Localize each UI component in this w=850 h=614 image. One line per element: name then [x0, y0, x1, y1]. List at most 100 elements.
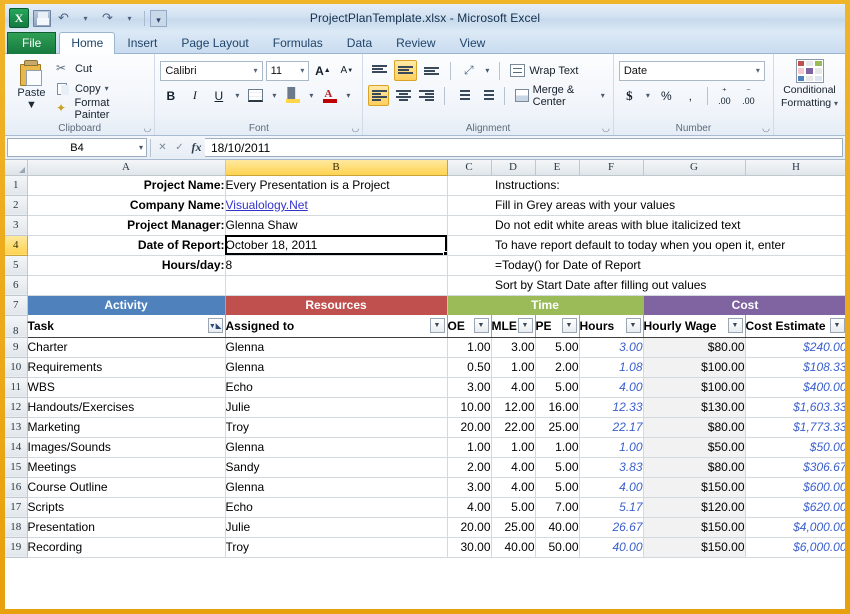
cell-task-18[interactable]: Presentation: [27, 517, 226, 538]
cell-oe-16[interactable]: 3.00: [447, 477, 492, 498]
cell-oe-19[interactable]: 30.00: [447, 537, 492, 558]
align-left-button[interactable]: [368, 85, 390, 106]
cell-pe-18[interactable]: 40.00: [535, 517, 580, 538]
cell-oe-14[interactable]: 1.00: [447, 437, 492, 458]
cell-a1[interactable]: Project Name:: [27, 175, 226, 196]
cell-pe-11[interactable]: 5.00: [535, 377, 580, 398]
filter-applied-icon[interactable]: ▼◣: [207, 318, 223, 333]
increase-decimal-button[interactable]: ⁺ .00: [714, 85, 735, 106]
cell-pe-16[interactable]: 5.00: [535, 477, 580, 498]
cell-cost-estimate-10[interactable]: $108.33: [745, 357, 845, 378]
cell-mle-12[interactable]: 12.00: [491, 397, 536, 418]
cell-mle-16[interactable]: 4.00: [491, 477, 536, 498]
fill-color-dropdown-icon[interactable]: ▾: [306, 85, 316, 106]
cell-assigned-14[interactable]: Glenna: [225, 437, 448, 458]
cell-task-14[interactable]: Images/Sounds: [27, 437, 226, 458]
align-center-button[interactable]: [392, 85, 413, 106]
decrease-indent-button[interactable]: [452, 85, 473, 106]
cell-a6[interactable]: [27, 275, 226, 296]
cell-c3[interactable]: [447, 215, 491, 236]
cell-pe-17[interactable]: 7.00: [535, 497, 580, 518]
table-header-task[interactable]: Task ▼◣: [27, 315, 226, 338]
cell-hours-9[interactable]: 3.00: [579, 337, 644, 358]
tab-insert[interactable]: Insert: [115, 32, 169, 54]
cell-task-16[interactable]: Course Outline: [27, 477, 226, 498]
column-header-d[interactable]: D: [491, 160, 536, 176]
column-header-e[interactable]: E: [535, 160, 580, 176]
cell-c5[interactable]: [447, 255, 491, 276]
cell-pe-10[interactable]: 2.00: [535, 357, 580, 378]
cell-hours-10[interactable]: 1.08: [579, 357, 644, 378]
tab-formulas[interactable]: Formulas: [261, 32, 335, 54]
cell-hourly-wage-17[interactable]: $120.00: [643, 497, 746, 518]
column-header-b[interactable]: B: [225, 160, 448, 176]
column-header-g[interactable]: G: [643, 160, 746, 176]
cell-hours-18[interactable]: 26.67: [579, 517, 644, 538]
row-header-9[interactable]: 9: [5, 337, 28, 358]
cell-d5-instruction-line[interactable]: =Today() for Date of Report: [491, 255, 845, 276]
decrease-decimal-button[interactable]: ⁻ .00: [738, 85, 759, 106]
conditional-formatting-dropdown-icon[interactable]: ▾: [834, 99, 838, 108]
cell-cost-estimate-19[interactable]: $6,000.00: [745, 537, 845, 558]
cell-c4[interactable]: [447, 235, 491, 256]
font-family-select[interactable]: Calibri ▾: [160, 60, 263, 81]
filter-dropdown-icon[interactable]: ▼: [561, 318, 577, 333]
underline-dropdown-icon[interactable]: ▾: [232, 85, 242, 106]
chevron-down-icon[interactable]: ▾: [754, 66, 762, 75]
cell-task-13[interactable]: Marketing: [27, 417, 226, 438]
row-header-14[interactable]: 14: [5, 437, 28, 458]
cell-cost-estimate-14[interactable]: $50.00: [745, 437, 845, 458]
band-resources[interactable]: Resources: [225, 295, 448, 315]
filter-dropdown-icon[interactable]: ▼: [517, 318, 533, 333]
tab-view[interactable]: View: [448, 32, 498, 54]
cell-oe-10[interactable]: 0.50: [447, 357, 492, 378]
cell-oe-9[interactable]: 1.00: [447, 337, 492, 358]
merge-and-center-button[interactable]: Merge & Center ▾: [512, 84, 608, 108]
number-dialog-launcher-icon[interactable]: ◡: [762, 123, 770, 134]
cell-d1-instructions-title[interactable]: Instructions:: [491, 175, 845, 196]
cell-mle-10[interactable]: 1.00: [491, 357, 536, 378]
currency-dropdown-icon[interactable]: ▾: [643, 85, 653, 106]
cell-oe-13[interactable]: 20.00: [447, 417, 492, 438]
cell-hours-16[interactable]: 4.00: [579, 477, 644, 498]
table-header-cost-estimate[interactable]: Cost Estimate ▼: [745, 315, 845, 338]
italic-button[interactable]: I: [184, 85, 205, 106]
bottom-align-button[interactable]: [420, 60, 443, 81]
tab-page-layout[interactable]: Page Layout: [169, 32, 260, 54]
borders-button[interactable]: [245, 85, 266, 106]
increase-indent-button[interactable]: [476, 85, 497, 106]
cell-b4-selected[interactable]: October 18, 2011: [225, 235, 448, 256]
cell-pe-12[interactable]: 16.00: [535, 397, 580, 418]
tab-home[interactable]: Home: [59, 32, 116, 54]
cell-oe-12[interactable]: 10.00: [447, 397, 492, 418]
row-header-5[interactable]: 5: [5, 255, 28, 276]
cell-cost-estimate-12[interactable]: $1,603.33: [745, 397, 845, 418]
cell-cost-estimate-17[interactable]: $620.00: [745, 497, 845, 518]
cell-d3-instruction-line[interactable]: Do not edit white areas with blue italic…: [491, 215, 845, 236]
cell-pe-15[interactable]: 5.00: [535, 457, 580, 478]
orientation-button[interactable]: ⤢: [458, 60, 479, 81]
band-activity[interactable]: Activity: [27, 295, 226, 315]
row-header-6[interactable]: 6: [5, 275, 28, 296]
column-header-a[interactable]: A: [27, 160, 226, 176]
paste-dropdown-icon[interactable]: ▼: [26, 100, 37, 111]
cell-cost-estimate-9[interactable]: $240.00: [745, 337, 845, 358]
bold-button[interactable]: B: [160, 85, 181, 106]
row-header-3[interactable]: 3: [5, 215, 28, 236]
column-header-f[interactable]: F: [579, 160, 644, 176]
clipboard-dialog-launcher-icon[interactable]: ◡: [144, 123, 152, 134]
row-header-16[interactable]: 16: [5, 477, 28, 498]
cell-oe-11[interactable]: 3.00: [447, 377, 492, 398]
cell-cost-estimate-15[interactable]: $306.67: [745, 457, 845, 478]
cell-assigned-16[interactable]: Glenna: [225, 477, 448, 498]
cell-pe-13[interactable]: 25.00: [535, 417, 580, 438]
cell-cost-estimate-13[interactable]: $1,773.33: [745, 417, 845, 438]
row-header-17[interactable]: 17: [5, 497, 28, 518]
cell-hourly-wage-11[interactable]: $100.00: [643, 377, 746, 398]
filter-dropdown-icon[interactable]: ▼: [429, 318, 445, 333]
cell-cost-estimate-18[interactable]: $4,000.00: [745, 517, 845, 538]
cell-b6[interactable]: [225, 275, 448, 296]
cell-task-11[interactable]: WBS: [27, 377, 226, 398]
row-header-1[interactable]: 1: [5, 175, 28, 196]
cell-hourly-wage-9[interactable]: $80.00: [643, 337, 746, 358]
